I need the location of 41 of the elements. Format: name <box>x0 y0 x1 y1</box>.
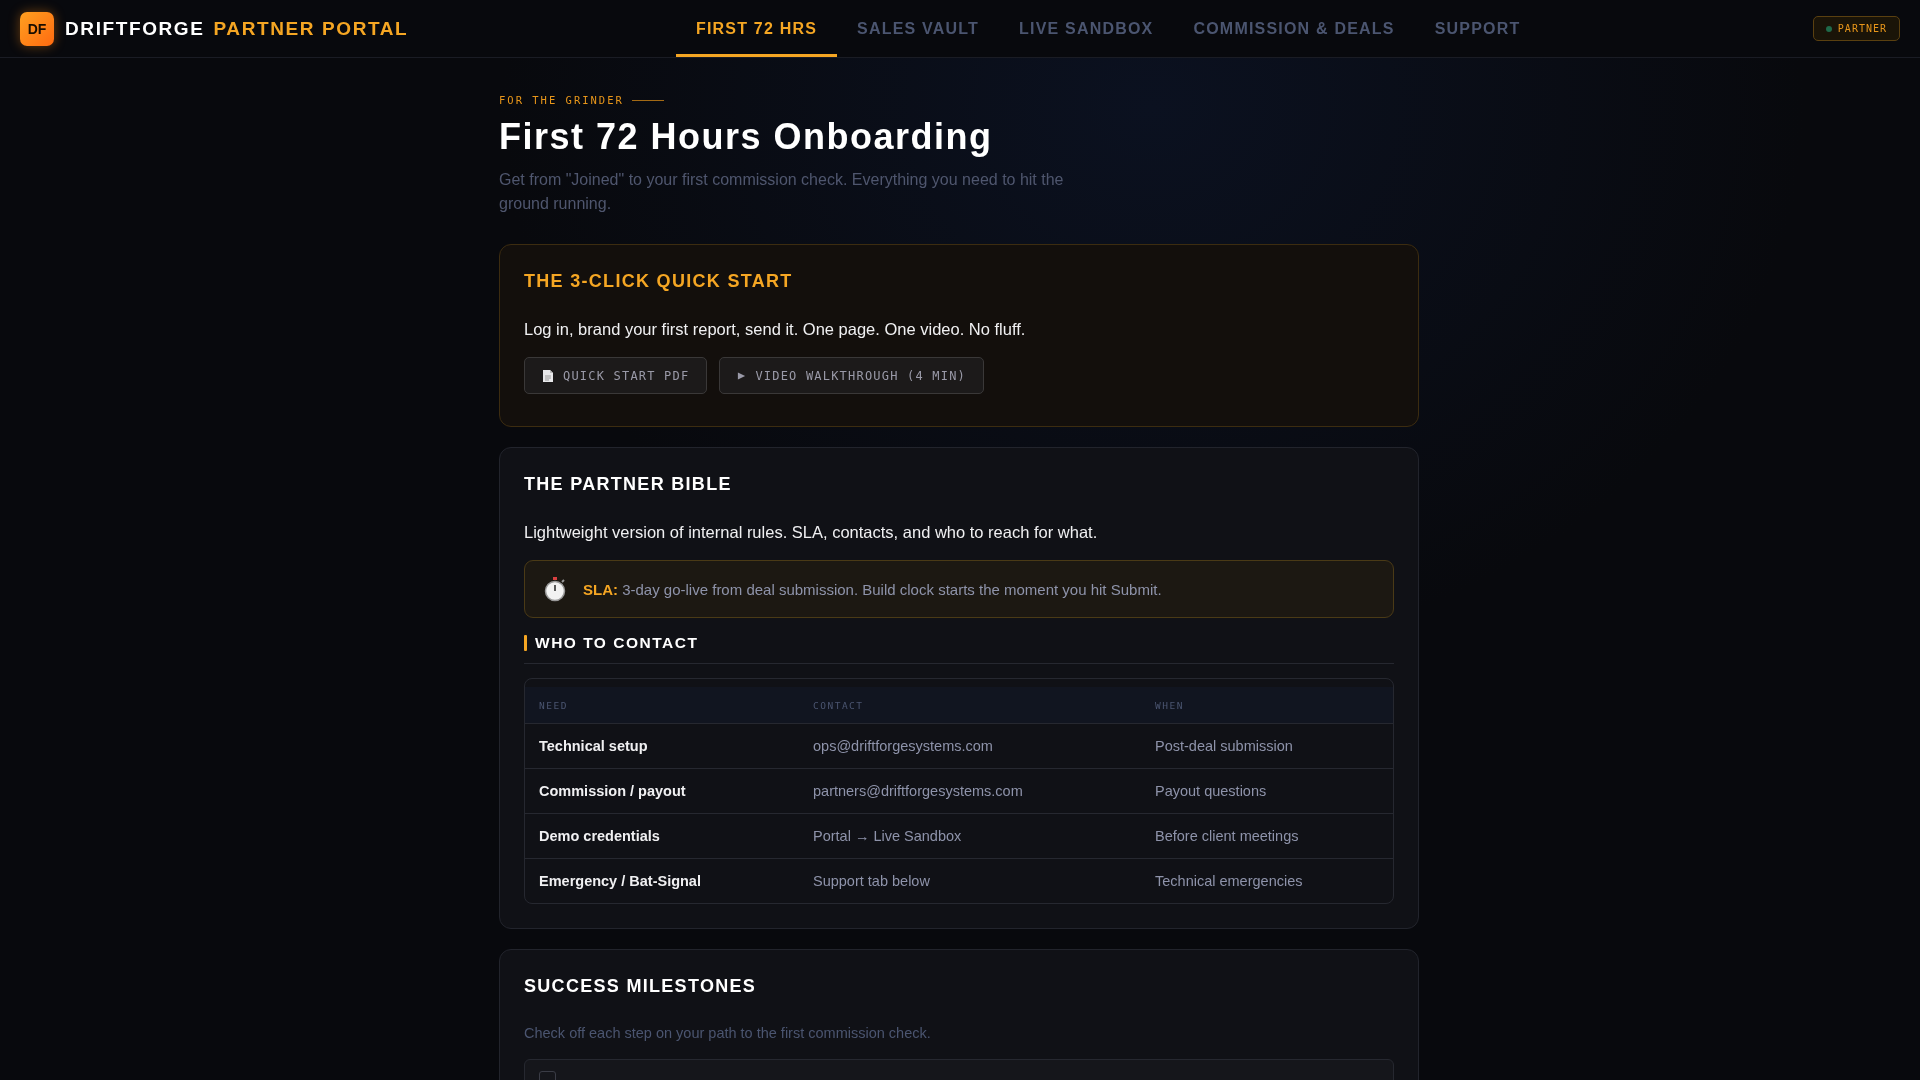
nav-tab[interactable]: SUPPORT <box>1414 0 1541 57</box>
brand-name: DRIFTFORGE <box>65 17 205 40</box>
page-subtitle: Get from "Joined" to your first commission check. Everything you need to hit the ground running. <box>499 170 1065 214</box>
table-cell-text: Post-deal submission <box>1155 738 1294 754</box>
table-cell-text: Emergency / Bat-Signal <box>539 873 702 889</box>
card-title: THE PARTNER BIBLE <box>524 474 733 495</box>
sla-text: SLA: 3-day go-live from deal submission. Build clock starts the moment you hit Submit. <box>583 580 1162 598</box>
table-cell-text: Portal → Live Sandbox <box>813 828 963 844</box>
table-cell-text: Before client meetings <box>1155 828 1300 844</box>
nav-tab[interactable]: SALES VAULT <box>837 0 1000 57</box>
partner-label: PARTNER <box>1837 23 1887 34</box>
play-icon <box>737 370 747 381</box>
table-cell-text: ops@driftforgesystems.com <box>813 738 994 754</box>
nav-tab[interactable]: FIRST 72 HRS <box>676 0 838 57</box>
column-header: CONTACT <box>813 699 865 711</box>
card-title: SUCCESS MILESTONES <box>524 976 758 997</box>
card-text: Check off each step on your path to the first commission check. <box>524 1025 932 1041</box>
logo-badge: DF <box>20 11 54 46</box>
document-icon <box>542 368 554 383</box>
brand-suffix: PARTNER PORTAL <box>213 17 409 40</box>
card-text: Log in, brand your first report, send it. One page. One video. No fluff. <box>524 320 1027 339</box>
table-cell-text: Demo credentials <box>539 828 661 844</box>
video-button[interactable]: VIDEO WALKTHROUGH (4 MIN) <box>719 357 984 394</box>
nav-tab[interactable]: LIVE SANDBOX <box>999 0 1174 57</box>
eyebrow-label: FOR THE GRINDER <box>499 94 624 106</box>
card-title: THE 3-CLICK QUICK START <box>524 271 794 292</box>
table-cell-text: partners@driftforgesystems.com <box>813 783 1024 799</box>
table-cell-text: Commission / payout <box>539 783 687 799</box>
card-text: Lightweight version of internal rules. SLA, contacts, and who to reach for what. <box>524 523 1099 542</box>
nav-tab[interactable]: COMMISSION & DEALS <box>1173 0 1415 57</box>
section-heading: WHO TO CONTACT <box>535 634 699 652</box>
pdf-button[interactable]: QUICK START PDF <box>524 357 708 394</box>
table-cell-text: Technical emergencies <box>1155 873 1304 889</box>
column-header: WHEN <box>1155 699 1185 711</box>
table-cell-text: Payout questions <box>1155 783 1268 799</box>
table-cell-text: Technical setup <box>539 738 649 754</box>
column-header: NEED <box>539 699 569 711</box>
page-title: First 72 Hours Onboarding <box>499 116 994 158</box>
stopwatch-icon <box>543 576 567 602</box>
table-cell-text: Support tab below <box>813 873 931 889</box>
status-dot-icon <box>1825 25 1832 32</box>
